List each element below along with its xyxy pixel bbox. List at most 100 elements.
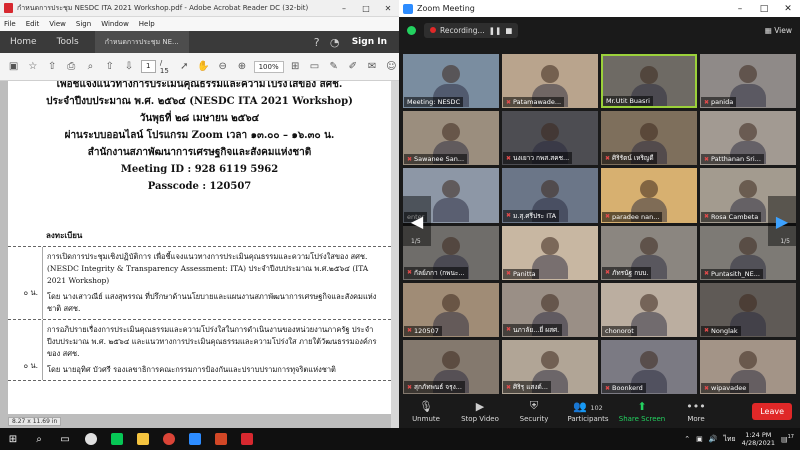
page-number-input[interactable]: 1 <box>140 60 156 73</box>
menu-edit[interactable]: Edit <box>26 20 40 28</box>
tab-document[interactable]: กำหนดการประชุม NE... <box>94 31 189 53</box>
participant-video-tile[interactable]: ✖ สุกภัทพนธ์ จรุง... <box>403 339 499 394</box>
tab-tools[interactable]: Tools <box>47 37 89 47</box>
zoom-level-select[interactable]: 100% <box>253 60 284 73</box>
stop-video-button[interactable]: ▶ Stop Video <box>453 400 507 423</box>
participant-video-tile[interactable]: ✖ ศิริรุ แสงต์... <box>502 339 598 394</box>
maximize-icon[interactable]: □ <box>752 4 776 14</box>
menu-sign[interactable]: Sign <box>76 20 91 28</box>
tab-home[interactable]: Home <box>0 37 47 47</box>
pause-recording-icon[interactable]: ❚❚ <box>489 26 502 35</box>
menu-file[interactable]: File <box>4 20 16 28</box>
zoom-taskbar-icon[interactable] <box>182 428 208 450</box>
muted-microphone-icon: ✖ <box>407 383 413 391</box>
fit-page-icon[interactable]: ⊞ <box>288 61 303 72</box>
search-icon[interactable]: ⌕ <box>26 428 52 450</box>
participant-video-tile[interactable]: ✖ Sawanee San... <box>403 111 499 166</box>
participant-video-head <box>541 351 559 370</box>
page-up-icon[interactable]: ⇧ <box>102 61 117 72</box>
participant-video-tile[interactable]: ✖ wipavadee <box>700 339 796 394</box>
tray-chevron-icon[interactable]: ⌃ <box>684 435 690 443</box>
share-screen-button[interactable]: ⬆ Share Screen <box>615 400 669 423</box>
participant-video-tile[interactable]: ✖ panida <box>700 54 796 109</box>
participant-video-tile[interactable]: ✖ นงเยาว กพส.สคช... <box>502 111 598 166</box>
powerpoint-icon[interactable] <box>208 428 234 450</box>
share-screen-icon: ⬆ <box>637 399 647 413</box>
stop-recording-icon[interactable]: ■ <box>505 26 512 35</box>
line-app-icon[interactable] <box>104 428 130 450</box>
menu-window[interactable]: Window <box>101 20 129 28</box>
acrobat-taskbar-icon[interactable] <box>234 428 260 450</box>
maximize-icon[interactable]: □ <box>355 4 377 13</box>
participant-video-tile[interactable]: ✖ Nonglak <box>700 282 796 337</box>
recording-indicator[interactable]: Recording... ❚❚ ■ <box>424 22 519 38</box>
zoom-control-bar: 🎙 Unmute ▶ Stop Video ⛨ Security 👥 102 P… <box>399 394 800 428</box>
menu-view[interactable]: View <box>49 20 66 28</box>
participant-video-tile[interactable]: ✖ ม.สุ.ศรีประ ITA <box>502 168 598 223</box>
upload-icon[interactable]: ⇧ <box>44 61 59 72</box>
chrome-icon[interactable] <box>78 428 104 450</box>
participant-video-tile[interactable]: ✖ 120507 <box>403 282 499 337</box>
mail-icon[interactable]: ✉ <box>364 61 379 72</box>
zoom-out-icon[interactable]: ⊖ <box>215 61 230 72</box>
participants-button[interactable]: 👥 102 Participants <box>561 400 615 423</box>
participant-video-tile[interactable]: ✖ ภัทรนัฐ กบบ. <box>601 225 697 280</box>
page-down-icon[interactable]: ⇩ <box>121 61 136 72</box>
security-button[interactable]: ⛨ Security <box>507 399 561 423</box>
participant-name-label: ✖ wipavadee <box>701 383 750 393</box>
hand-icon[interactable]: ✋ <box>196 61 211 72</box>
muted-microphone-icon: ✖ <box>506 326 512 334</box>
muted-microphone-icon: ✖ <box>704 213 710 220</box>
menu-help[interactable]: Help <box>139 20 155 28</box>
select-cursor-icon[interactable]: ➚ <box>177 61 192 72</box>
help-icon[interactable]: ? <box>308 36 326 49</box>
search-icon[interactable]: ⌕ <box>83 61 98 72</box>
participant-video-tile[interactable]: Meeting: NESDC <box>403 54 499 109</box>
sign-in-button[interactable]: Sign In <box>344 37 399 47</box>
participant-video-tile[interactable]: ✖ นภาลัย...ยี่ ผสศ. <box>502 282 598 337</box>
participant-video-tile[interactable]: ✖ Patthanan Sri... <box>700 111 796 166</box>
close-icon[interactable]: ✕ <box>377 4 399 13</box>
participant-video-tile[interactable]: ✖ Boonkerd <box>601 339 697 394</box>
participant-video-tile[interactable]: chonorot <box>601 282 697 337</box>
save-icon[interactable]: ▣ <box>6 61 21 72</box>
clock[interactable]: 1:24 PM 4/28/2021 <box>742 431 775 447</box>
unmute-button[interactable]: 🎙 Unmute <box>399 400 453 423</box>
windows-start-icon[interactable]: ⊞ <box>0 428 26 450</box>
participant-video-tile[interactable]: ✖ Patamawade... <box>502 54 598 109</box>
participant-video-tile[interactable]: ✖ Panitta <box>502 225 598 280</box>
minimize-icon[interactable]: – <box>728 4 752 14</box>
share-user-icon[interactable]: ☺ <box>384 61 399 72</box>
file-explorer-icon[interactable] <box>130 428 156 450</box>
view-button[interactable]: ▦ View <box>765 26 800 35</box>
participant-video-tile[interactable]: ✖ paradee nan... <box>601 168 697 223</box>
minimize-icon[interactable]: – <box>333 4 355 13</box>
draw-icon[interactable]: ✐ <box>345 61 360 72</box>
volume-icon[interactable]: 🔊 <box>709 435 718 443</box>
participant-video-tile[interactable]: Mr.Utit Buasri <box>601 54 697 109</box>
muted-microphone-icon: ✖ <box>506 270 512 278</box>
zoom-in-icon[interactable]: ⊕ <box>234 61 249 72</box>
chrome-browser-icon[interactable] <box>156 428 182 450</box>
more-button[interactable]: ••• More <box>669 400 723 423</box>
vertical-scrollbar[interactable] <box>391 81 399 428</box>
network-icon[interactable]: ▣ <box>696 435 703 443</box>
bell-icon[interactable]: ◔ <box>326 36 344 49</box>
participant-name: panida <box>711 98 734 107</box>
muted-microphone-icon: ✖ <box>407 327 413 335</box>
agenda-registration: ลงทะเบียน <box>8 225 391 247</box>
close-icon[interactable]: ✕ <box>776 4 800 14</box>
highlight-icon[interactable]: ✎ <box>326 61 341 72</box>
task-view-icon[interactable]: ▭ <box>52 428 78 450</box>
participant-video-head <box>541 236 559 255</box>
comment-icon[interactable]: ▭ <box>307 61 322 72</box>
bookmark-star-icon[interactable]: ☆ <box>25 61 40 72</box>
encryption-shield-icon[interactable] <box>407 25 416 35</box>
notification-center-icon[interactable]: ▤17 <box>781 434 794 443</box>
leave-button[interactable]: Leave <box>752 402 792 420</box>
input-language[interactable]: ไทย <box>723 434 735 445</box>
print-icon[interactable]: ⎙ <box>64 61 79 72</box>
participant-video-tile[interactable]: ✖ ศิริรัตน์ เหริญดี <box>601 111 697 166</box>
participant-video-head <box>541 179 559 198</box>
participant-name: ศิริรุ แสงต์... <box>513 383 548 391</box>
